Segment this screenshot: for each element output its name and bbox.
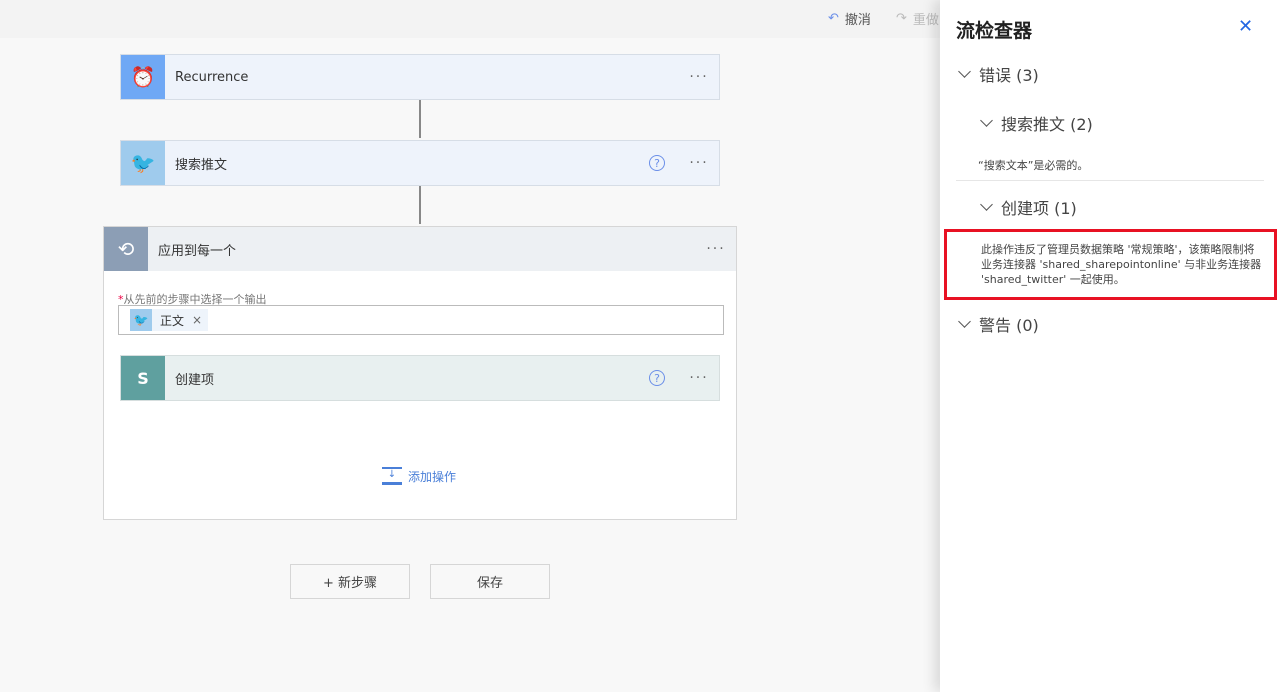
help-icon[interactable]: ? bbox=[649, 370, 665, 386]
error-message: “搜索文本”是必需的。 bbox=[978, 159, 1089, 172]
help-icon[interactable]: ? bbox=[649, 155, 665, 171]
chevron-down-icon bbox=[958, 65, 971, 78]
save-button[interactable]: 保存 bbox=[430, 564, 550, 599]
connector-arrow bbox=[419, 186, 421, 224]
search-tweets-card[interactable]: 🐦 搜索推文 ? ··· bbox=[120, 140, 720, 186]
panel-title: 流检查器 bbox=[956, 20, 1033, 42]
add-action-button[interactable]: ↓ 添加操作 bbox=[382, 467, 456, 485]
more-options-button[interactable]: ··· bbox=[679, 155, 719, 171]
new-step-button[interactable]: + 新步骤 bbox=[290, 564, 410, 599]
redo-button[interactable]: ↷ 重做 bbox=[896, 9, 940, 28]
warnings-section[interactable]: 警告 (0) bbox=[958, 312, 1039, 336]
toolbar: ↶ 撤消 ↷ 重做 bbox=[0, 0, 940, 38]
chevron-down-icon bbox=[980, 198, 993, 211]
apply-to-each-header[interactable]: ⟲ 应用到每一个 ··· bbox=[104, 227, 736, 271]
create-item-card[interactable]: S 创建项 ? ··· bbox=[120, 355, 720, 401]
connector-arrow bbox=[419, 100, 421, 138]
more-options-button[interactable]: ··· bbox=[679, 69, 719, 85]
twitter-icon: 🐦 bbox=[130, 309, 152, 331]
more-options-button[interactable]: ··· bbox=[679, 370, 719, 386]
recurrence-card[interactable]: ⏰ Recurrence ··· bbox=[120, 54, 720, 100]
undo-icon: ↶ bbox=[828, 11, 839, 26]
flow-checker-panel: 流检查器 ✕ 错误 (3) 搜索推文 (2) “搜索文本”是必需的。 创建项 (… bbox=[940, 0, 1280, 692]
chevron-down-icon bbox=[980, 114, 993, 127]
loop-icon: ⟲ bbox=[104, 227, 148, 271]
apply-to-each-scope: ⟲ 应用到每一个 ··· *从先前的步骤中选择一个输出 🐦 正文 × S 创建项… bbox=[103, 226, 737, 520]
remove-token-button[interactable]: × bbox=[192, 313, 202, 327]
redo-icon: ↷ bbox=[896, 11, 907, 26]
policy-error-message: 此操作违反了管理员数据策略 '常规策略'，该策略限制将业务连接器 'shared… bbox=[944, 229, 1277, 300]
divider bbox=[956, 180, 1264, 181]
close-icon[interactable]: ✕ bbox=[1238, 16, 1253, 37]
output-input[interactable]: 🐦 正文 × bbox=[118, 305, 724, 335]
alarm-clock-icon: ⏰ bbox=[121, 55, 165, 99]
twitter-icon: 🐦 bbox=[121, 141, 165, 185]
more-options-button[interactable]: ··· bbox=[696, 241, 736, 257]
errors-section[interactable]: 错误 (3) bbox=[958, 62, 1039, 86]
chevron-down-icon bbox=[958, 315, 971, 328]
search-tweets-group[interactable]: 搜索推文 (2) bbox=[980, 111, 1093, 135]
sharepoint-icon: S bbox=[121, 356, 165, 400]
token-chip: 🐦 正文 × bbox=[130, 309, 209, 331]
create-item-group[interactable]: 创建项 (1) bbox=[980, 195, 1077, 219]
undo-button[interactable]: ↶ 撤消 bbox=[828, 9, 871, 28]
add-action-icon: ↓ bbox=[382, 467, 402, 485]
